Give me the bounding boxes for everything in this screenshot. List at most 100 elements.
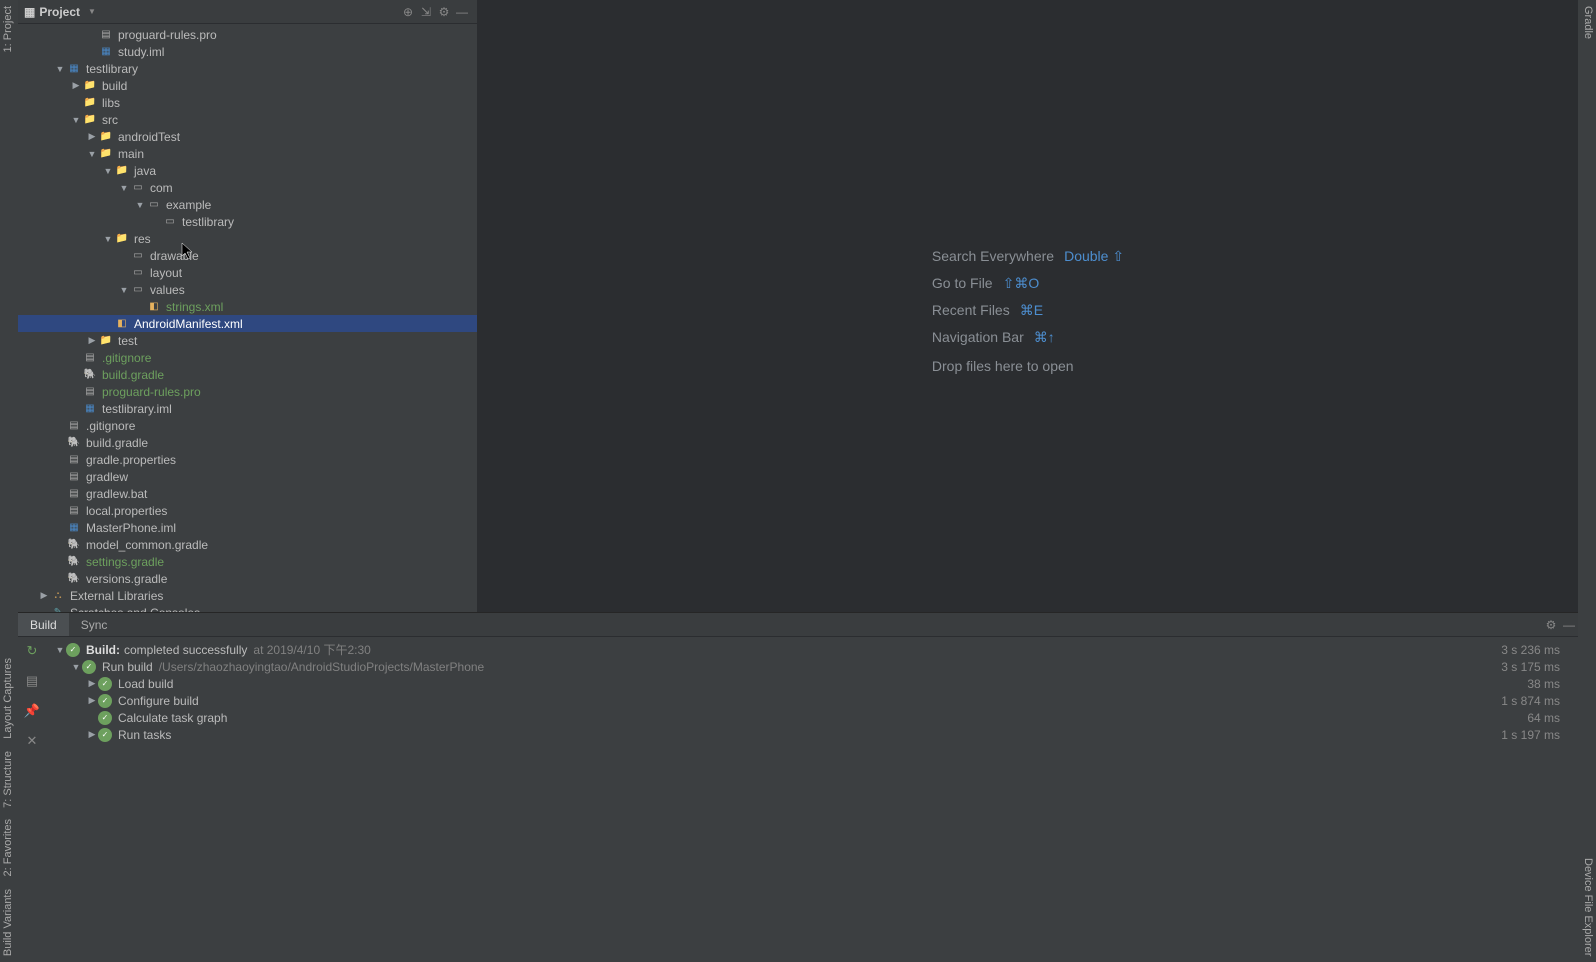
tree-arrow-icon[interactable]: ▼ <box>118 285 130 295</box>
tree-arrow-icon[interactable]: ▼ <box>102 234 114 244</box>
build-row-time: 1 s 874 ms <box>1501 694 1574 708</box>
folder-pkg-icon: ▭ <box>130 180 146 196</box>
tree-item-label: proguard-rules.pro <box>102 385 201 399</box>
build-arrow-icon[interactable]: ▶ <box>86 695 98 706</box>
tree-item[interactable]: ▶📁test <box>18 332 477 349</box>
project-panel-title[interactable]: ▦ Project ▼ <box>24 5 96 19</box>
tree-item[interactable]: ▶📁build <box>18 77 477 94</box>
tree-item[interactable]: ▼📁main <box>18 145 477 162</box>
tree-item[interactable]: ▼📁java <box>18 162 477 179</box>
tree-item[interactable]: ▦testlibrary.iml <box>18 400 477 417</box>
tree-item[interactable]: ▦study.iml <box>18 43 477 60</box>
tree-item[interactable]: ▼▭com <box>18 179 477 196</box>
gear-icon[interactable]: ⚙ <box>435 3 453 21</box>
build-row[interactable]: ▶✓Run tasks1 s 197 ms <box>50 726 1574 743</box>
project-tree[interactable]: ▤proguard-rules.pro▦study.iml▼▦testlibra… <box>18 24 477 612</box>
tree-item[interactable]: ▤local.properties <box>18 502 477 519</box>
tab-build[interactable]: Build <box>18 613 69 636</box>
file-icon: ▤ <box>66 418 82 434</box>
gutter-favorites[interactable]: 2: Favorites <box>0 813 18 882</box>
build-rerun-icon[interactable]: ↻ <box>27 643 38 659</box>
build-pin-icon[interactable]: 📌 <box>24 703 40 719</box>
tree-arrow-icon[interactable]: ▼ <box>134 200 146 210</box>
gutter-layout-captures[interactable]: Layout Captures <box>0 652 18 745</box>
build-filter-icon[interactable]: ▤ <box>26 673 38 689</box>
build-row[interactable]: ▼✓Run build/Users/zhaozhaoyingtao/Androi… <box>50 658 1574 675</box>
tree-arrow-icon[interactable]: ▶ <box>38 590 50 601</box>
tree-item[interactable]: 🐘settings.gradle <box>18 553 477 570</box>
build-row-label: Run tasks <box>118 728 171 742</box>
tree-arrow-icon[interactable]: ▼ <box>70 115 82 125</box>
mod-icon: ▦ <box>98 44 114 60</box>
tree-item[interactable]: ▤proguard-rules.pro <box>18 26 477 43</box>
tree-arrow-icon[interactable]: ▼ <box>118 183 130 193</box>
gutter-build-variants[interactable]: Build Variants <box>0 883 18 962</box>
gutter-device-file-explorer[interactable]: Device File Explorer <box>1578 852 1596 962</box>
tree-item[interactable]: 🐘build.gradle <box>18 434 477 451</box>
tree-item[interactable]: ✎Scratches and Consoles <box>18 604 477 612</box>
gutter-gradle[interactable]: Gradle <box>1578 0 1596 45</box>
hide-icon[interactable]: — <box>453 3 471 21</box>
tree-item[interactable]: ▼📁res <box>18 230 477 247</box>
build-row[interactable]: ▼✓Build: completed successfullyat 2019/4… <box>50 641 1574 658</box>
tree-item-label: model_common.gradle <box>86 538 208 552</box>
tree-item-label: example <box>166 198 211 212</box>
project-view-icon: ▦ <box>24 5 35 19</box>
welcome-hint-shortcut: ⌘↑ <box>1034 329 1055 346</box>
tree-item[interactable]: ◧strings.xml <box>18 298 477 315</box>
tree-item[interactable]: ▶⛬External Libraries <box>18 587 477 604</box>
folder-pkg-icon: ▭ <box>130 265 146 281</box>
build-close-icon[interactable]: ✕ <box>27 733 38 749</box>
build-output-tree[interactable]: ▼✓Build: completed successfullyat 2019/4… <box>46 637 1578 962</box>
collapse-icon[interactable]: ⇲ <box>417 3 435 21</box>
tree-item[interactable]: 🐘versions.gradle <box>18 570 477 587</box>
tree-item-label: versions.gradle <box>86 572 167 586</box>
tree-arrow-icon[interactable]: ▶ <box>86 335 98 346</box>
folder-icon: 📁 <box>98 146 114 162</box>
tree-item[interactable]: ▤proguard-rules.pro <box>18 383 477 400</box>
build-row[interactable]: ✓Calculate task graph64 ms <box>50 709 1574 726</box>
tree-item[interactable]: ▭drawable <box>18 247 477 264</box>
gutter-structure[interactable]: 7: Structure <box>0 745 18 814</box>
build-row-suffix: completed successfully <box>124 643 247 657</box>
tree-item[interactable]: ▼▭example <box>18 196 477 213</box>
tree-item[interactable]: ▤gradlew.bat <box>18 485 477 502</box>
tree-item[interactable]: ▼▦testlibrary <box>18 60 477 77</box>
status-ok-icon: ✓ <box>82 660 96 674</box>
tree-item[interactable]: 🐘build.gradle <box>18 366 477 383</box>
tree-arrow-icon[interactable]: ▶ <box>70 80 82 91</box>
welcome-hints: Search EverywhereDouble ⇧Go to File⇧⌘ORe… <box>932 238 1124 374</box>
welcome-hint-label: Navigation Bar <box>932 329 1024 346</box>
build-gear-icon[interactable]: ⚙ <box>1542 616 1560 634</box>
tree-arrow-icon[interactable]: ▶ <box>86 131 98 142</box>
mod-icon: ▦ <box>82 401 98 417</box>
tree-item[interactable]: 🐘model_common.gradle <box>18 536 477 553</box>
tree-item[interactable]: ▤gradle.properties <box>18 451 477 468</box>
tree-item[interactable]: ▤.gitignore <box>18 417 477 434</box>
tree-item[interactable]: ◧AndroidManifest.xml <box>18 315 477 332</box>
tree-item[interactable]: ▼▭values <box>18 281 477 298</box>
tree-item[interactable]: ▭layout <box>18 264 477 281</box>
tree-item[interactable]: ▶📁androidTest <box>18 128 477 145</box>
build-arrow-icon[interactable]: ▶ <box>86 678 98 689</box>
tree-item[interactable]: ▤.gitignore <box>18 349 477 366</box>
build-arrow-icon[interactable]: ▶ <box>86 729 98 740</box>
build-row[interactable]: ▶✓Configure build1 s 874 ms <box>50 692 1574 709</box>
tree-arrow-icon[interactable]: ▼ <box>102 166 114 176</box>
tree-item[interactable]: ▭testlibrary <box>18 213 477 230</box>
build-hide-icon[interactable]: — <box>1560 616 1578 634</box>
gradle-icon: 🐘 <box>66 435 82 451</box>
tree-item-label: MasterPhone.iml <box>86 521 176 535</box>
locate-icon[interactable]: ⊕ <box>399 3 417 21</box>
tree-item[interactable]: ▼📁src <box>18 111 477 128</box>
tree-item[interactable]: ▦MasterPhone.iml <box>18 519 477 536</box>
gutter-project[interactable]: 1: Project <box>0 0 18 58</box>
tree-item[interactable]: 📁libs <box>18 94 477 111</box>
tab-sync[interactable]: Sync <box>69 613 120 636</box>
tree-item[interactable]: ▤gradlew <box>18 468 477 485</box>
tree-arrow-icon[interactable]: ▼ <box>54 64 66 74</box>
build-row[interactable]: ▶✓Load build38 ms <box>50 675 1574 692</box>
build-arrow-icon[interactable]: ▼ <box>54 645 66 655</box>
tree-arrow-icon[interactable]: ▼ <box>86 149 98 159</box>
build-arrow-icon[interactable]: ▼ <box>70 662 82 672</box>
